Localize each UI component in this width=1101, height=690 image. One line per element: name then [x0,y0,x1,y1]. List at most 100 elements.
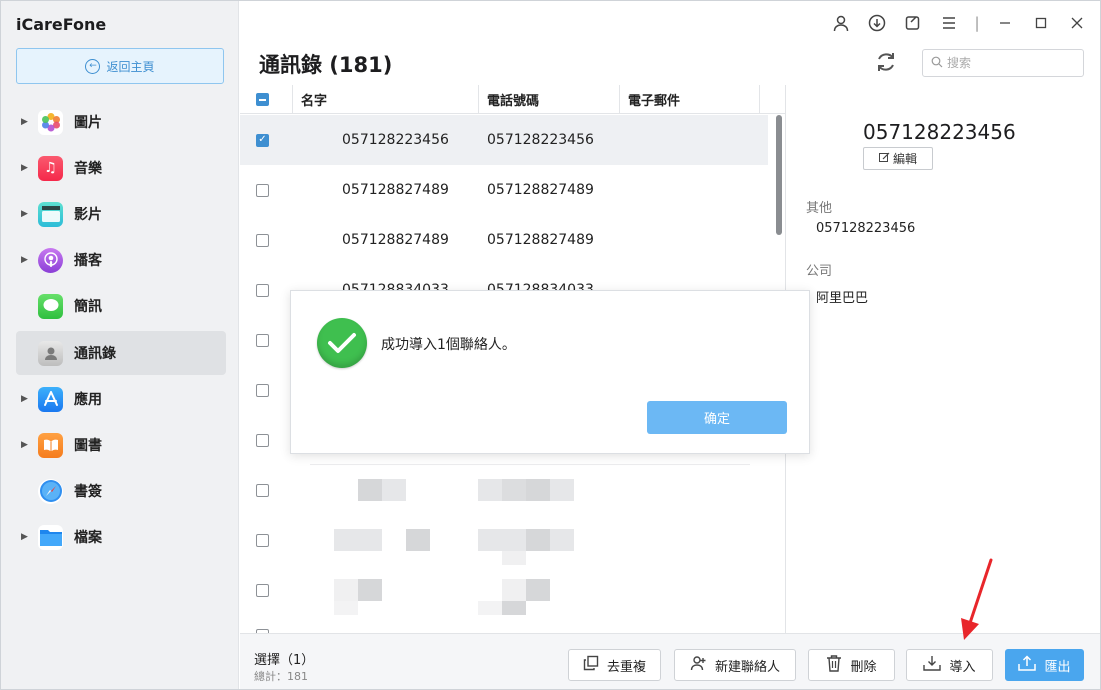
podcast-icon [38,247,63,273]
dedupe-label: 去重複 [606,659,646,675]
table-row[interactable] [240,464,768,515]
table-row[interactable] [240,565,768,615]
pixelated-content [502,479,526,501]
pixelated-content [358,479,382,501]
search-icon [931,56,943,71]
table-row[interactable]: 057128827489 057128827489 [240,215,768,265]
search-box[interactable] [922,49,1084,77]
new-contact-label: 新建聯絡人 [714,659,780,675]
sidebar-item-podcast[interactable]: ▶ 播客 [16,238,226,282]
account-icon[interactable] [830,12,852,34]
sidebar-item-bookmarks[interactable]: 書簽 [16,469,226,513]
sidebar-item-label: 簡訊 [74,299,102,315]
refresh-icon[interactable] [873,50,899,76]
company-value: 阿里巴巴 [816,291,869,306]
pixelated-content [334,529,358,551]
column-header-email[interactable]: 電子郵件 [619,85,760,114]
table-row[interactable] [240,515,768,565]
dedupe-button[interactable]: 去重複 [568,649,661,681]
expand-caret-icon[interactable]: ▶ [21,209,28,219]
back-home-button[interactable]: ← 返回主頁 [16,48,224,84]
sidebar-item-label: 圖片 [74,115,102,131]
row-checkbox[interactable] [256,383,269,397]
row-checkbox[interactable] [256,433,269,447]
row-checkbox[interactable] [256,283,269,297]
sidebar-item-apps[interactable]: ▶ 應用 [16,377,226,421]
expand-caret-icon[interactable]: ▶ [21,255,28,265]
pixelated-content [526,579,550,601]
column-header-phone[interactable]: 電話號碼 [478,85,619,114]
back-home-label: 返回主頁 [106,59,155,74]
pixelated-divider [310,464,750,465]
sidebar-item-label: 音樂 [74,161,102,177]
page-title: 通訊錄 (181) [259,53,393,77]
export-icon [1018,655,1037,675]
edit-label: 編輯 [892,152,917,166]
expand-caret-icon[interactable]: ▶ [21,440,28,450]
import-button[interactable]: 導入 [906,649,993,681]
sidebar-item-contacts[interactable]: 通訊錄 [16,331,226,375]
row-checkbox[interactable]: ✓ [256,133,269,147]
table-row[interactable]: 057128827489 057128827489 [240,165,768,215]
expand-caret-icon[interactable]: ▶ [21,532,28,542]
row-checkbox[interactable] [256,333,269,347]
sidebar-item-messages[interactable]: 簡訊 [16,284,226,328]
close-icon[interactable] [1066,12,1088,34]
minimize-icon[interactable] [994,12,1016,34]
column-header-name[interactable]: 名字 [292,85,478,114]
company-label: 公司 [806,264,833,279]
table-scrollbar[interactable] [776,115,782,235]
photos-icon [38,109,63,135]
new-contact-button[interactable]: 新建聯絡人 [674,649,796,681]
sidebar-item-files[interactable]: ▶ 檔案 [16,515,226,559]
select-all-checkbox[interactable] [256,93,269,106]
safari-icon [38,478,63,504]
row-checkbox[interactable] [256,583,269,597]
row-checkbox[interactable] [256,183,269,197]
delete-button[interactable]: 刪除 [808,649,895,681]
download-icon[interactable] [866,12,888,34]
expand-caret-icon[interactable]: ▶ [21,163,28,173]
import-icon [923,655,942,675]
contact-name: 057128223456 [342,132,449,148]
expand-caret-icon[interactable]: ▶ [21,394,28,404]
contact-name: 057128827489 [342,232,449,248]
table-row[interactable] [240,615,768,633]
dialog-ok-button[interactable]: 确定 [647,401,787,434]
sidebar-item-label: 通訊錄 [74,346,116,362]
maximize-icon[interactable] [1030,12,1052,34]
edit-button[interactable]: 編輯 [863,147,933,170]
feedback-icon[interactable] [902,12,924,34]
edit-icon [878,152,890,166]
annotation-arrow-icon [961,558,993,640]
sidebar-item-label: 播客 [74,253,102,269]
pixelated-content [526,529,550,551]
pixelated-content [382,479,406,501]
table-header: 名字 電話號碼 電子郵件 [240,85,785,114]
sidebar-item-photos[interactable]: ▶ 圖片 [16,100,226,144]
sidebar-item-books[interactable]: ▶ 圖書 [16,423,226,467]
delete-label: 刪除 [850,659,877,675]
selected-count: 選擇（1） [254,653,315,668]
pixelated-content [334,601,358,615]
menu-icon[interactable] [938,12,960,34]
row-checkbox[interactable] [256,483,269,497]
import-label: 導入 [949,659,976,675]
pixelated-content [502,601,526,615]
row-checkbox[interactable] [256,533,269,547]
music-icon: ♫ [38,155,63,181]
detail-contact-name: 057128223456 [863,120,1016,144]
pixelated-content [334,579,358,601]
sidebar-item-music[interactable]: ▶ ♫ 音樂 [16,146,226,190]
row-checkbox[interactable] [256,233,269,247]
video-icon [38,201,63,227]
sidebar: iCareFone ← 返回主頁 ▶ 圖片 ▶ ♫ 音樂 ▶ 影片 ▶ 播客 簡… [1,1,239,689]
table-row[interactable]: ✓ 057128223456 057128223456 [240,115,768,165]
contact-phone: 057128827489 [487,232,594,248]
contact-name: 057128827489 [342,182,449,198]
files-icon [38,524,63,550]
search-input[interactable] [947,56,1067,70]
sidebar-item-video[interactable]: ▶ 影片 [16,192,226,236]
expand-caret-icon[interactable]: ▶ [21,117,28,127]
export-button[interactable]: 匯出 [1005,649,1084,681]
